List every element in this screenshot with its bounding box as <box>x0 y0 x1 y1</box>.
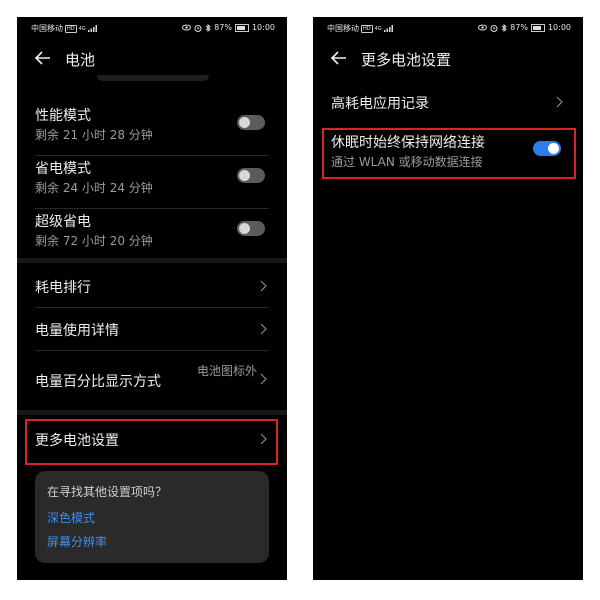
hd-badge: HD <box>65 24 77 33</box>
network-label: 4G <box>374 25 382 32</box>
percent-display-label: 电量百分比显示方式 <box>35 374 161 390</box>
back-arrow-icon[interactable] <box>331 51 347 65</box>
hd-badge: HD <box>361 24 373 33</box>
mode-subtitle: 剩余 24 小时 24 分钟 <box>35 181 153 195</box>
highlight-box <box>25 419 278 465</box>
mode-title: 性能模式 <box>35 108 91 124</box>
power-saving-toggle[interactable] <box>237 168 265 183</box>
mode-ultra-saving[interactable]: 超级省电 剩余 72 小时 20 分钟 <box>17 211 287 259</box>
battery-screen: 中国移动 HD 4G 87% 10:00 电池 性能模式 剩余 21 小时 28… <box>17 17 287 580</box>
battery-percent: 87% <box>214 23 232 32</box>
collapse-handle <box>97 75 209 81</box>
chevron-right-icon <box>260 280 267 292</box>
dark-mode-link[interactable]: 深色模式 <box>47 509 95 526</box>
section-gap <box>17 410 287 415</box>
suggestion-card: 在寻找其他设置项吗？ 深色模式 屏幕分辨率 <box>35 471 269 563</box>
clock: 10:00 <box>251 23 275 32</box>
chevron-right-icon <box>260 373 267 385</box>
mode-subtitle: 剩余 21 小时 28 分钟 <box>35 128 153 142</box>
alarm-icon <box>194 24 202 32</box>
status-bar: 中国移动 HD 4G 87% 10:00 <box>313 17 583 39</box>
page-title: 更多电池设置 <box>361 51 452 69</box>
mode-performance[interactable]: 性能模式 剩余 21 小时 28 分钟 <box>17 105 287 153</box>
chevron-right-icon <box>556 96 563 108</box>
title-bar: 电池 <box>17 41 287 75</box>
title-bar: 更多电池设置 <box>313 41 583 75</box>
back-arrow-icon[interactable] <box>35 51 51 65</box>
mode-title: 省电模式 <box>35 161 91 177</box>
divider <box>35 208 269 209</box>
alarm-icon <box>490 24 498 32</box>
high-usage-record-row[interactable]: 高耗电应用记录 <box>313 83 583 123</box>
usage-details-row[interactable]: 电量使用详情 <box>17 308 287 350</box>
ultra-saving-toggle[interactable] <box>237 221 265 236</box>
mode-power-saving[interactable]: 省电模式 剩余 24 小时 24 分钟 <box>17 158 287 206</box>
battery-percent: 87% <box>510 23 528 32</box>
carrier-label: 中国移动 <box>31 24 63 33</box>
usage-details-label: 电量使用详情 <box>35 323 119 339</box>
page-title: 电池 <box>65 51 96 69</box>
divider <box>35 155 269 156</box>
bluetooth-icon <box>501 23 507 32</box>
network-label: 4G <box>78 25 86 32</box>
screen-resolution-link[interactable]: 屏幕分辨率 <box>47 533 107 550</box>
status-bar: 中国移动 HD 4G 87% 10:00 <box>17 17 287 39</box>
signal-icon <box>383 25 393 32</box>
power-rank-label: 耗电排行 <box>35 280 91 296</box>
eye-comfort-icon <box>478 24 488 31</box>
suggestion-question: 在寻找其他设置项吗？ <box>47 485 168 499</box>
battery-icon <box>234 23 249 32</box>
mode-title: 超级省电 <box>35 214 91 230</box>
percent-display-value: 电池图标外 <box>197 364 258 378</box>
signal-icon <box>87 25 97 32</box>
carrier-label: 中国移动 <box>327 24 359 33</box>
high-usage-record-label: 高耗电应用记录 <box>331 96 429 112</box>
more-battery-settings-screen: 中国移动 HD 4G 87% 10:00 更多电池设置 高耗电应用记录 休眠时始… <box>313 17 583 580</box>
percent-display-row[interactable]: 电量百分比显示方式 电池图标外 <box>17 351 287 407</box>
battery-icon <box>530 23 545 32</box>
chevron-right-icon <box>260 323 267 335</box>
highlight-box <box>322 128 576 179</box>
section-gap <box>17 258 287 263</box>
performance-mode-toggle[interactable] <box>237 115 265 130</box>
power-rank-row[interactable]: 耗电排行 <box>17 265 287 307</box>
eye-comfort-icon <box>182 24 192 31</box>
clock: 10:00 <box>547 23 571 32</box>
bluetooth-icon <box>205 23 211 32</box>
mode-subtitle: 剩余 72 小时 20 分钟 <box>35 234 153 248</box>
